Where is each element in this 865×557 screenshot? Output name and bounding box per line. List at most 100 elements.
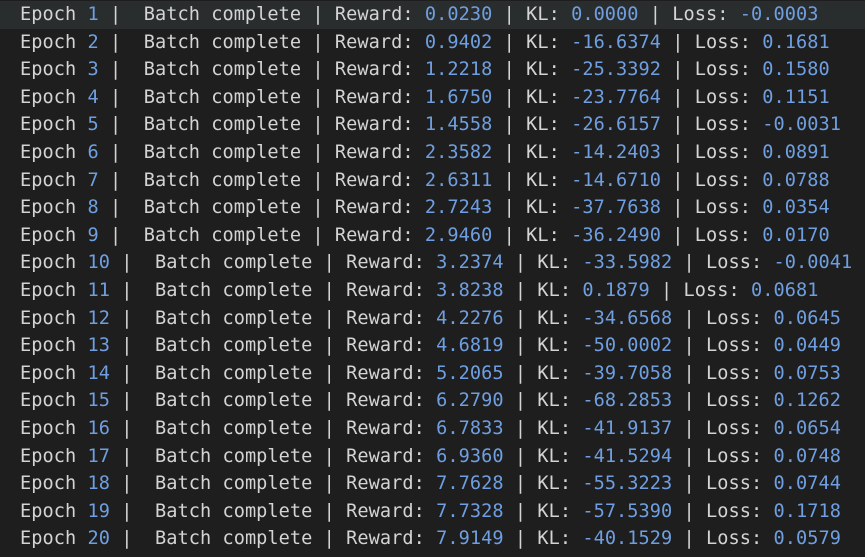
- kl-value: -50.0002: [582, 335, 673, 357]
- epoch-number: 12: [87, 307, 110, 329]
- reward-value: 6.9360: [436, 445, 504, 467]
- epoch-number: 15: [87, 390, 110, 412]
- kl-label: KL:: [537, 500, 572, 522]
- separator: |: [514, 252, 527, 274]
- loss-label: Loss:: [694, 169, 752, 191]
- reward-label: Reward:: [346, 307, 425, 329]
- log-line: Epoch 10 | Batch complete | Reward: 3.23…: [0, 249, 865, 277]
- separator: |: [683, 528, 695, 550]
- loss-value: -0.0031: [762, 114, 841, 136]
- batch-status: Batch complete: [143, 86, 302, 108]
- kl-value: -16.6374: [571, 31, 662, 53]
- epoch-label: Epoch: [20, 4, 77, 25]
- separator: |: [109, 59, 122, 81]
- kl-label: KL:: [526, 141, 560, 163]
- reward-value: 0.9402: [424, 31, 493, 53]
- kl-label: KL:: [537, 473, 572, 495]
- kl-label: KL:: [526, 4, 560, 25]
- epoch-label: Epoch: [20, 390, 77, 412]
- epoch-label: Epoch: [20, 114, 77, 136]
- separator: |: [683, 335, 695, 357]
- kl-label: KL:: [537, 279, 572, 301]
- loss-value: 0.0579: [773, 528, 841, 550]
- reward-value: 6.7833: [436, 417, 504, 439]
- loss-label: Loss:: [706, 417, 763, 439]
- reward-label: Reward:: [346, 252, 425, 274]
- separator: |: [312, 169, 324, 191]
- batch-status: Batch complete: [154, 390, 313, 412]
- epoch-number: 8: [87, 197, 99, 219]
- separator: |: [514, 528, 527, 550]
- kl-value: -34.6568: [582, 307, 673, 329]
- loss-value: 0.0654: [773, 417, 841, 439]
- epoch-label: Epoch: [20, 141, 77, 163]
- separator: |: [109, 114, 122, 136]
- loss-value: -0.0041: [773, 252, 853, 274]
- epoch-number: 20: [87, 528, 110, 550]
- separator: |: [323, 335, 335, 357]
- separator: |: [323, 417, 335, 439]
- separator: |: [683, 252, 695, 274]
- separator: |: [672, 31, 684, 53]
- reward-label: Reward:: [346, 279, 425, 301]
- separator: |: [121, 417, 133, 439]
- epoch-label: Epoch: [20, 279, 77, 301]
- separator: |: [503, 197, 515, 219]
- loss-label: Loss:: [706, 362, 763, 384]
- epoch-label: Epoch: [20, 31, 77, 53]
- reward-label: Reward:: [334, 4, 414, 25]
- kl-label: KL:: [537, 252, 572, 274]
- log-line: Epoch 11 | Batch complete | Reward: 3.82…: [0, 277, 865, 305]
- reward-label: Reward:: [346, 445, 425, 467]
- separator: |: [514, 307, 527, 329]
- kl-label: KL:: [537, 307, 572, 329]
- loss-label: Loss:: [706, 500, 763, 522]
- log-line: Epoch 13 | Batch complete | Reward: 4.68…: [0, 332, 865, 360]
- loss-label: Loss:: [694, 141, 752, 163]
- loss-value: 0.0744: [773, 473, 841, 495]
- separator: |: [109, 31, 122, 53]
- epoch-number: 3: [87, 59, 99, 81]
- reward-label: Reward:: [334, 86, 414, 108]
- separator: |: [323, 390, 335, 412]
- separator: |: [514, 417, 527, 439]
- loss-value: 0.0354: [762, 197, 830, 219]
- reward-value: 2.6311: [424, 169, 493, 191]
- separator: |: [514, 335, 527, 357]
- separator: |: [312, 224, 324, 246]
- batch-status: Batch complete: [154, 528, 313, 550]
- kl-value: -14.2403: [571, 141, 662, 163]
- loss-label: Loss:: [672, 4, 729, 25]
- kl-label: KL:: [526, 86, 560, 108]
- batch-status: Batch complete: [154, 500, 313, 522]
- separator: |: [514, 390, 527, 412]
- loss-value: 0.1262: [773, 390, 841, 412]
- separator: |: [514, 500, 527, 522]
- batch-status: Batch complete: [154, 307, 313, 329]
- reward-value: 5.2065: [436, 362, 504, 384]
- kl-label: KL:: [537, 335, 572, 357]
- kl-value: -41.5294: [582, 445, 673, 467]
- reward-label: Reward:: [346, 390, 425, 412]
- terminal-output[interactable]: Epoch 1 | Batch complete | Reward: 0.023…: [0, 0, 865, 557]
- separator: |: [661, 279, 673, 301]
- loss-label: Loss:: [706, 252, 763, 274]
- epoch-label: Epoch: [20, 197, 77, 219]
- reward-label: Reward:: [334, 59, 414, 81]
- log-line: Epoch 2 | Batch complete | Reward: 0.940…: [0, 29, 865, 57]
- separator: |: [312, 4, 324, 25]
- loss-label: Loss:: [683, 279, 740, 301]
- separator: |: [503, 141, 515, 163]
- separator: |: [109, 224, 122, 246]
- log-line: Epoch 9 | Batch complete | Reward: 2.946…: [0, 222, 865, 250]
- reward-label: Reward:: [334, 224, 414, 246]
- epoch-number: 19: [87, 500, 110, 522]
- kl-value: 0.0000: [571, 4, 639, 25]
- kl-value: -55.3223: [582, 473, 673, 495]
- separator: |: [672, 141, 684, 163]
- loss-value: 0.1151: [762, 86, 830, 108]
- kl-value: 0.1879: [582, 279, 650, 301]
- log-line: Epoch 5 | Batch complete | Reward: 1.455…: [0, 111, 865, 139]
- epoch-number: 6: [87, 141, 99, 163]
- separator: |: [514, 279, 527, 301]
